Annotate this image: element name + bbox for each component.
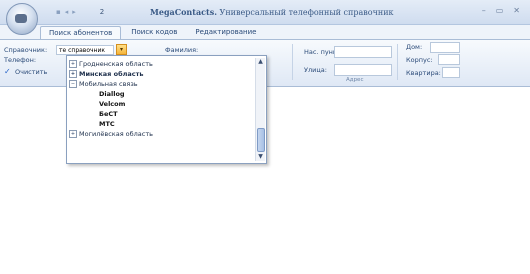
scroll-down-icon[interactable]: ▼: [256, 153, 265, 161]
expand-icon[interactable]: +: [69, 60, 77, 68]
collapse-icon[interactable]: −: [69, 80, 77, 88]
reference-combo[interactable]: те справочник: [56, 45, 114, 55]
tree-item-minsk[interactable]: + Минская область: [69, 69, 254, 79]
tree-item-diallog[interactable]: Diallog: [69, 89, 254, 99]
clear-button[interactable]: ✓ Очистить: [4, 66, 47, 77]
title-bar: ▪ ◂ ▸ 2 MegaContacts. Универсальный теле…: [0, 0, 530, 35]
window-title: MegaContacts. Универсальный телефонный с…: [150, 7, 400, 17]
quick-undo-icon[interactable]: ◂: [65, 8, 69, 16]
close-button[interactable]: ✕: [513, 6, 520, 15]
ribbon-separator: [292, 44, 293, 80]
phone-label: Телефон:: [4, 56, 37, 64]
expand-icon[interactable]: +: [69, 130, 77, 138]
address-group-label: Адрес: [346, 77, 364, 83]
clear-icon: ✓: [4, 67, 11, 76]
quick-redo-icon[interactable]: ▸: [72, 8, 76, 16]
dropdown-scrollbar[interactable]: ▲ ▼: [255, 58, 265, 161]
scroll-up-icon[interactable]: ▲: [256, 58, 265, 66]
app-brand: MegaContacts.: [150, 7, 217, 17]
street-field[interactable]: [334, 64, 392, 76]
locality-field[interactable]: [334, 46, 392, 58]
tab-edit[interactable]: Редактирование: [187, 26, 264, 39]
app-subtitle: Универсальный телефонный справочник: [219, 8, 394, 17]
expand-icon[interactable]: +: [69, 70, 77, 78]
tree-item-mts[interactable]: МТС: [69, 119, 254, 129]
tab-subscriber-search[interactable]: Поиск абонентов: [40, 26, 122, 39]
tree-item-mobile[interactable]: − Мобильная связь: [69, 79, 254, 89]
building-field[interactable]: [438, 54, 460, 65]
scroll-thumb[interactable]: [257, 128, 265, 152]
tab-code-search[interactable]: Поиск кодов: [123, 26, 185, 39]
apartment-field[interactable]: [442, 67, 460, 78]
quick-access-counter: 2: [99, 8, 105, 16]
tree-item-velcom[interactable]: Velcom: [69, 99, 254, 109]
ribbon-tabs: Поиск абонентов Поиск кодов Редактирован…: [40, 26, 264, 39]
house-label: Дом:: [406, 43, 423, 51]
surname-label: Фамилия:: [165, 46, 199, 54]
tree-item-mogilev[interactable]: + Могилёвская область: [69, 129, 254, 139]
building-label: Корпус:: [406, 56, 433, 64]
apartment-label: Квартира:: [406, 69, 441, 77]
window-controls: – ▭ ✕: [482, 6, 520, 15]
tree-item-grodno[interactable]: + Гродненская область: [69, 59, 254, 69]
reference-tree: + Гродненская область + Минская область − М…: [69, 59, 254, 139]
minimize-button[interactable]: –: [482, 6, 486, 15]
clear-label: Очистить: [15, 67, 48, 76]
tree-item-best[interactable]: БеСТ: [69, 109, 254, 119]
street-label: Улица:: [304, 66, 327, 74]
app-menu-button[interactable]: [6, 3, 38, 35]
maximize-button[interactable]: ▭: [496, 6, 504, 15]
quick-save-icon[interactable]: ▪: [56, 8, 61, 16]
reference-dropdown-list[interactable]: + Гродненская область + Минская область − М…: [66, 55, 267, 164]
quick-access-toolbar: ▪ ◂ ▸ 2: [56, 7, 116, 17]
house-field[interactable]: [430, 42, 460, 53]
ribbon-separator-2: [397, 44, 398, 80]
app-logo-icon: [15, 14, 27, 23]
reference-dropdown-button[interactable]: ▾: [116, 44, 127, 55]
reference-label: Справочник:: [4, 46, 48, 54]
